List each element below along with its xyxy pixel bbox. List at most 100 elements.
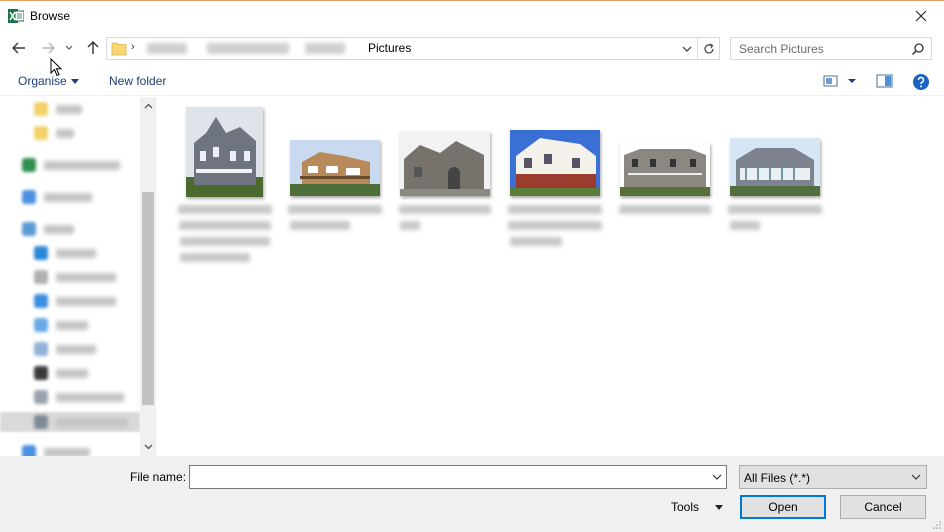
nav-item-onedrive[interactable]	[22, 188, 92, 206]
chevron-down-icon	[144, 444, 152, 450]
title-bar: Browse	[0, 1, 944, 31]
folder-icon	[111, 41, 127, 56]
nav-item-label-redacted	[56, 392, 124, 402]
forward-button[interactable]	[38, 38, 58, 58]
nav-item-music[interactable]	[34, 316, 88, 334]
pictures-icon	[34, 342, 48, 356]
nav-item-pictures[interactable]	[34, 340, 96, 358]
nav-item-folder[interactable]	[34, 100, 82, 118]
nav-scrollbar-thumb[interactable]	[142, 192, 154, 405]
search-box[interactable]: Search Pictures	[730, 37, 932, 60]
refresh-icon	[703, 42, 714, 53]
breadcrumb-segment-redacted[interactable]	[207, 43, 289, 54]
nav-item-label-redacted	[56, 344, 96, 354]
arrow-right-icon	[42, 42, 55, 54]
file-name-redacted[interactable]	[176, 205, 274, 269]
nav-item-label-redacted	[56, 296, 116, 306]
change-view-button[interactable]	[823, 73, 857, 89]
file-type-value: All Files (*.*)	[744, 471, 811, 485]
nav-item-downloads[interactable]	[34, 292, 116, 310]
open-button[interactable]: Open	[740, 495, 826, 519]
chevron-right-icon: ›	[131, 41, 135, 53]
file-type-select[interactable]: All Files (*.*)	[739, 465, 927, 489]
scroll-down-button[interactable]	[140, 439, 155, 455]
video-icon	[34, 366, 48, 380]
file-thumbnail[interactable]	[186, 107, 263, 197]
nav-item-onedrive-work[interactable]	[22, 156, 120, 174]
folder-icon	[34, 126, 48, 140]
arrow-left-icon	[12, 42, 25, 54]
network-icon	[22, 445, 36, 456]
new-folder-button[interactable]: New folder	[109, 74, 166, 88]
caret-down-icon[interactable]	[715, 505, 723, 510]
chevron-down-icon	[65, 45, 73, 50]
file-thumbnail[interactable]	[290, 140, 380, 196]
file-name-redacted[interactable]	[726, 205, 824, 237]
recent-locations-button[interactable]	[62, 38, 76, 58]
search-icon[interactable]	[911, 42, 925, 56]
file-thumbnail[interactable]	[620, 143, 710, 196]
nav-item-label-redacted	[56, 417, 128, 427]
cloud-icon	[22, 190, 36, 204]
back-button[interactable]	[9, 38, 29, 58]
file-name-dropdown[interactable]	[710, 470, 724, 484]
file-name-redacted[interactable]	[616, 205, 714, 221]
file-type-dropdown[interactable]	[909, 470, 923, 484]
nav-item-local-disk[interactable]	[34, 413, 128, 431]
nav-item-folder[interactable]	[34, 124, 74, 142]
address-history-dropdown[interactable]	[679, 40, 695, 57]
chevron-down-icon	[712, 474, 722, 480]
breadcrumb-segment-redacted[interactable]	[147, 43, 187, 54]
file-name-redacted[interactable]	[506, 205, 604, 253]
organise-button[interactable]: Organise	[18, 74, 79, 88]
nav-item-label-redacted	[56, 368, 88, 378]
drive-icon	[34, 415, 48, 429]
preview-pane-button[interactable]	[876, 73, 894, 89]
music-icon	[34, 318, 48, 332]
nav-item-this-pc[interactable]	[22, 220, 74, 238]
file-name-input[interactable]	[189, 465, 727, 489]
nav-item-label-redacted	[56, 320, 88, 330]
tools-button[interactable]: Tools	[671, 500, 699, 514]
chevron-down-icon	[911, 474, 921, 480]
file-thumbnail[interactable]	[730, 138, 820, 196]
nav-item-label-redacted	[44, 192, 92, 202]
search-input[interactable]: Search Pictures	[739, 42, 824, 56]
chevron-down-icon	[682, 46, 692, 52]
nav-item-videos[interactable]	[34, 364, 88, 382]
nav-item-documents[interactable]	[34, 268, 116, 286]
nav-item-network[interactable]	[22, 443, 90, 456]
chevron-up-icon	[144, 103, 152, 109]
folder-icon	[34, 102, 48, 116]
file-name-redacted[interactable]	[286, 205, 384, 237]
refresh-button[interactable]	[697, 38, 719, 59]
file-thumbnail[interactable]	[510, 130, 600, 196]
file-name-redacted[interactable]	[396, 205, 494, 237]
help-button[interactable]	[912, 73, 930, 90]
window-title: Browse	[30, 9, 71, 23]
breadcrumb-segment-redacted[interactable]	[305, 43, 345, 54]
file-thumbnail[interactable]	[400, 131, 490, 196]
close-icon	[915, 10, 927, 22]
desktop-icon	[34, 246, 48, 260]
file-name-label: File name:	[130, 470, 187, 484]
breadcrumb-current[interactable]: Pictures	[361, 38, 691, 59]
nav-item-label-redacted	[56, 272, 116, 282]
nav-item-label-redacted	[56, 128, 74, 138]
document-icon	[34, 270, 48, 284]
help-icon	[913, 74, 929, 90]
close-button[interactable]	[898, 1, 944, 31]
nav-item-local-disk[interactable]	[34, 388, 124, 406]
nav-item-desktop[interactable]	[34, 244, 96, 262]
cancel-button[interactable]: Cancel	[840, 495, 926, 519]
preview-pane-icon	[876, 74, 893, 88]
address-bar[interactable]: › Pictures	[106, 37, 720, 60]
resize-grip-icon[interactable]	[932, 520, 942, 530]
navigation-pane	[0, 97, 156, 456]
scroll-up-button[interactable]	[140, 98, 155, 114]
view-icon	[823, 75, 856, 87]
caret-down-icon	[70, 79, 79, 85]
toolbar: Organise New folder	[0, 66, 944, 96]
nav-item-label-redacted	[44, 224, 74, 234]
up-button[interactable]	[83, 38, 103, 58]
